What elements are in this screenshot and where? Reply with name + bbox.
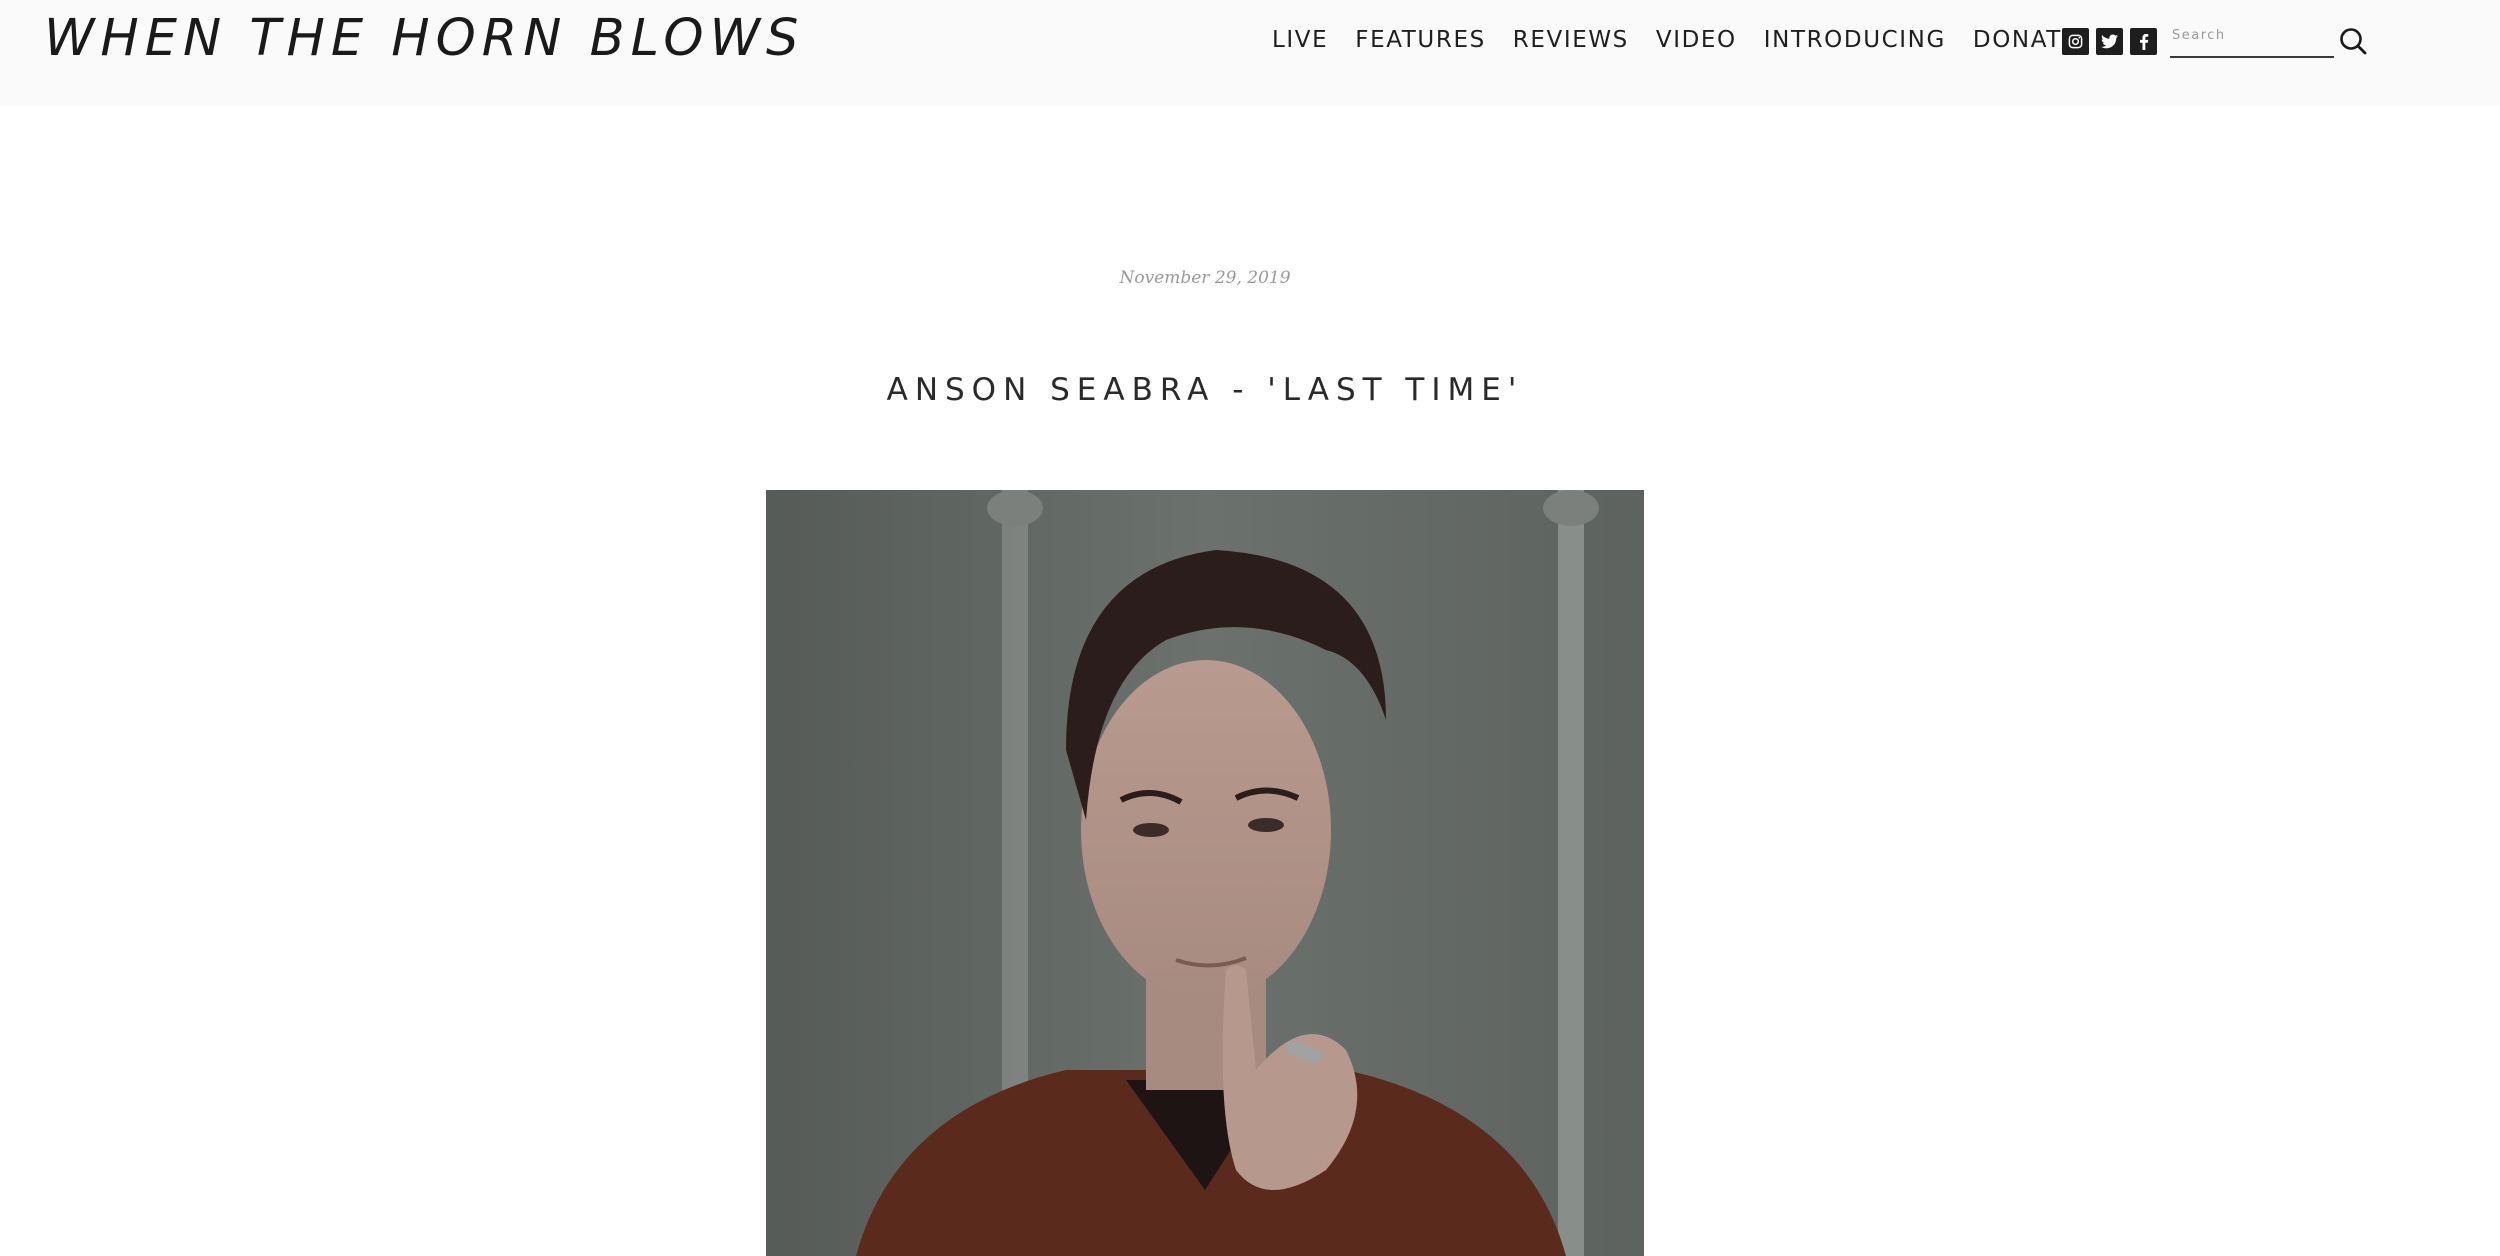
search-input[interactable] [2170,24,2334,47]
post-title[interactable]: ANSON SEABRA - 'LAST TIME' [0,372,2410,408]
twitter-icon[interactable] [2096,28,2123,55]
nav-item-features[interactable]: FEATURES [1355,27,1486,53]
post-date: November 29, 2019 [1119,268,1291,288]
portrait-photo [766,490,1644,1256]
facebook-icon[interactable] [2130,28,2157,55]
nav-item-reviews[interactable]: REVIEWS [1513,27,1629,53]
search-icon[interactable] [2338,26,2368,56]
instagram-icon[interactable] [2062,28,2089,55]
nav-item-introducing[interactable]: INTRODUCING [1764,27,1946,53]
main-nav: LIVE FEATURES REVIEWS VIDEO INTRODUCING … [1272,22,2078,58]
nav-item-video[interactable]: VIDEO [1656,27,1737,53]
site-logo[interactable]: WHEN THE HORN BLOWS [44,6,804,72]
search-box [2170,24,2334,58]
nav-item-live[interactable]: LIVE [1272,27,1328,53]
site-header: WHEN THE HORN BLOWS LIVE FEATURES REVIEW… [0,0,2500,106]
